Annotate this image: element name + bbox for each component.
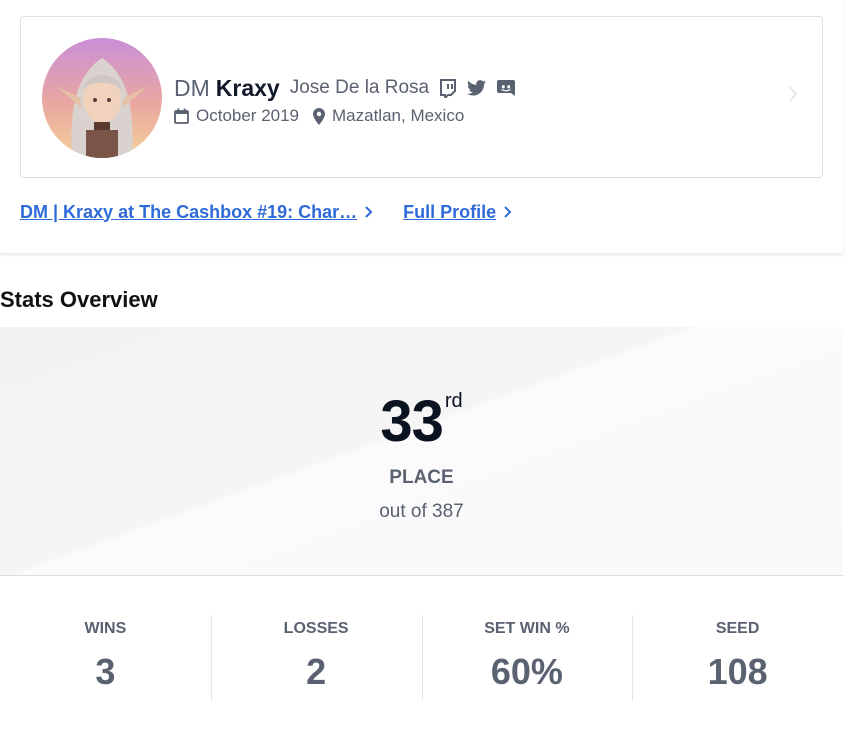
- placement-panel: 33rd PLACE out of 387: [0, 327, 843, 576]
- entrant-count: out of 387: [379, 501, 464, 522]
- stat-value: 108: [707, 651, 768, 692]
- calendar-icon: [174, 108, 189, 124]
- sponsor-prefix: DM: [174, 74, 210, 101]
- chevron-right-icon: [503, 205, 512, 219]
- full-profile-label: Full Profile: [403, 201, 497, 222]
- location: Mazatlan, Mexico: [332, 106, 465, 125]
- placement-number: 33: [380, 389, 444, 454]
- chevron-right-icon: [364, 205, 373, 219]
- twitter-icon[interactable]: [467, 80, 487, 96]
- event-player-tag: DM | Kraxy: [20, 201, 114, 222]
- stats-row: WINS 3 LOSSES 2 SET WIN % 60% SEED 108: [0, 577, 843, 729]
- stat-label: WINS: [84, 620, 127, 637]
- join-date: October 2019: [196, 106, 300, 125]
- stat-losses: LOSSES 2: [210, 577, 422, 729]
- full-profile-link[interactable]: Full Profile: [403, 202, 512, 223]
- real-name: Jose De la Rosa: [289, 77, 430, 98]
- section-title: Stats Overview: [0, 287, 158, 312]
- profile-summary[interactable]: DM Kraxy Jose De la Rosa October 2019 Ma…: [20, 16, 823, 178]
- stat-wins: WINS 3: [0, 577, 211, 729]
- placement-label: PLACE: [389, 467, 454, 488]
- stat-set-win-percent: SET WIN % 60%: [421, 577, 633, 729]
- gamertag: Kraxy: [215, 74, 280, 101]
- player-card: DM Kraxy Jose De la Rosa October 2019 Ma…: [0, 0, 843, 253]
- avatar: [42, 38, 162, 158]
- stat-value: 60%: [490, 651, 563, 692]
- placement-suffix: rd: [444, 390, 463, 412]
- stat-label: SEED: [715, 620, 760, 637]
- discord-icon[interactable]: [496, 79, 516, 97]
- stat-label: LOSSES: [283, 620, 349, 637]
- stat-value: 3: [95, 651, 116, 692]
- location-pin-icon: [313, 107, 326, 125]
- placement: 33rd: [0, 388, 843, 455]
- event-name: The Cashbox #19: Char…: [139, 201, 358, 222]
- stat-seed: SEED 108: [632, 577, 843, 729]
- event-link[interactable]: DM | Kraxy at The Cashbox #19: Char…: [20, 202, 373, 223]
- twitch-icon[interactable]: [439, 78, 457, 98]
- stat-label: SET WIN %: [484, 620, 570, 637]
- stat-value: 2: [306, 651, 327, 692]
- chevron-right-icon[interactable]: [788, 85, 798, 108]
- event-connector: at: [113, 201, 140, 222]
